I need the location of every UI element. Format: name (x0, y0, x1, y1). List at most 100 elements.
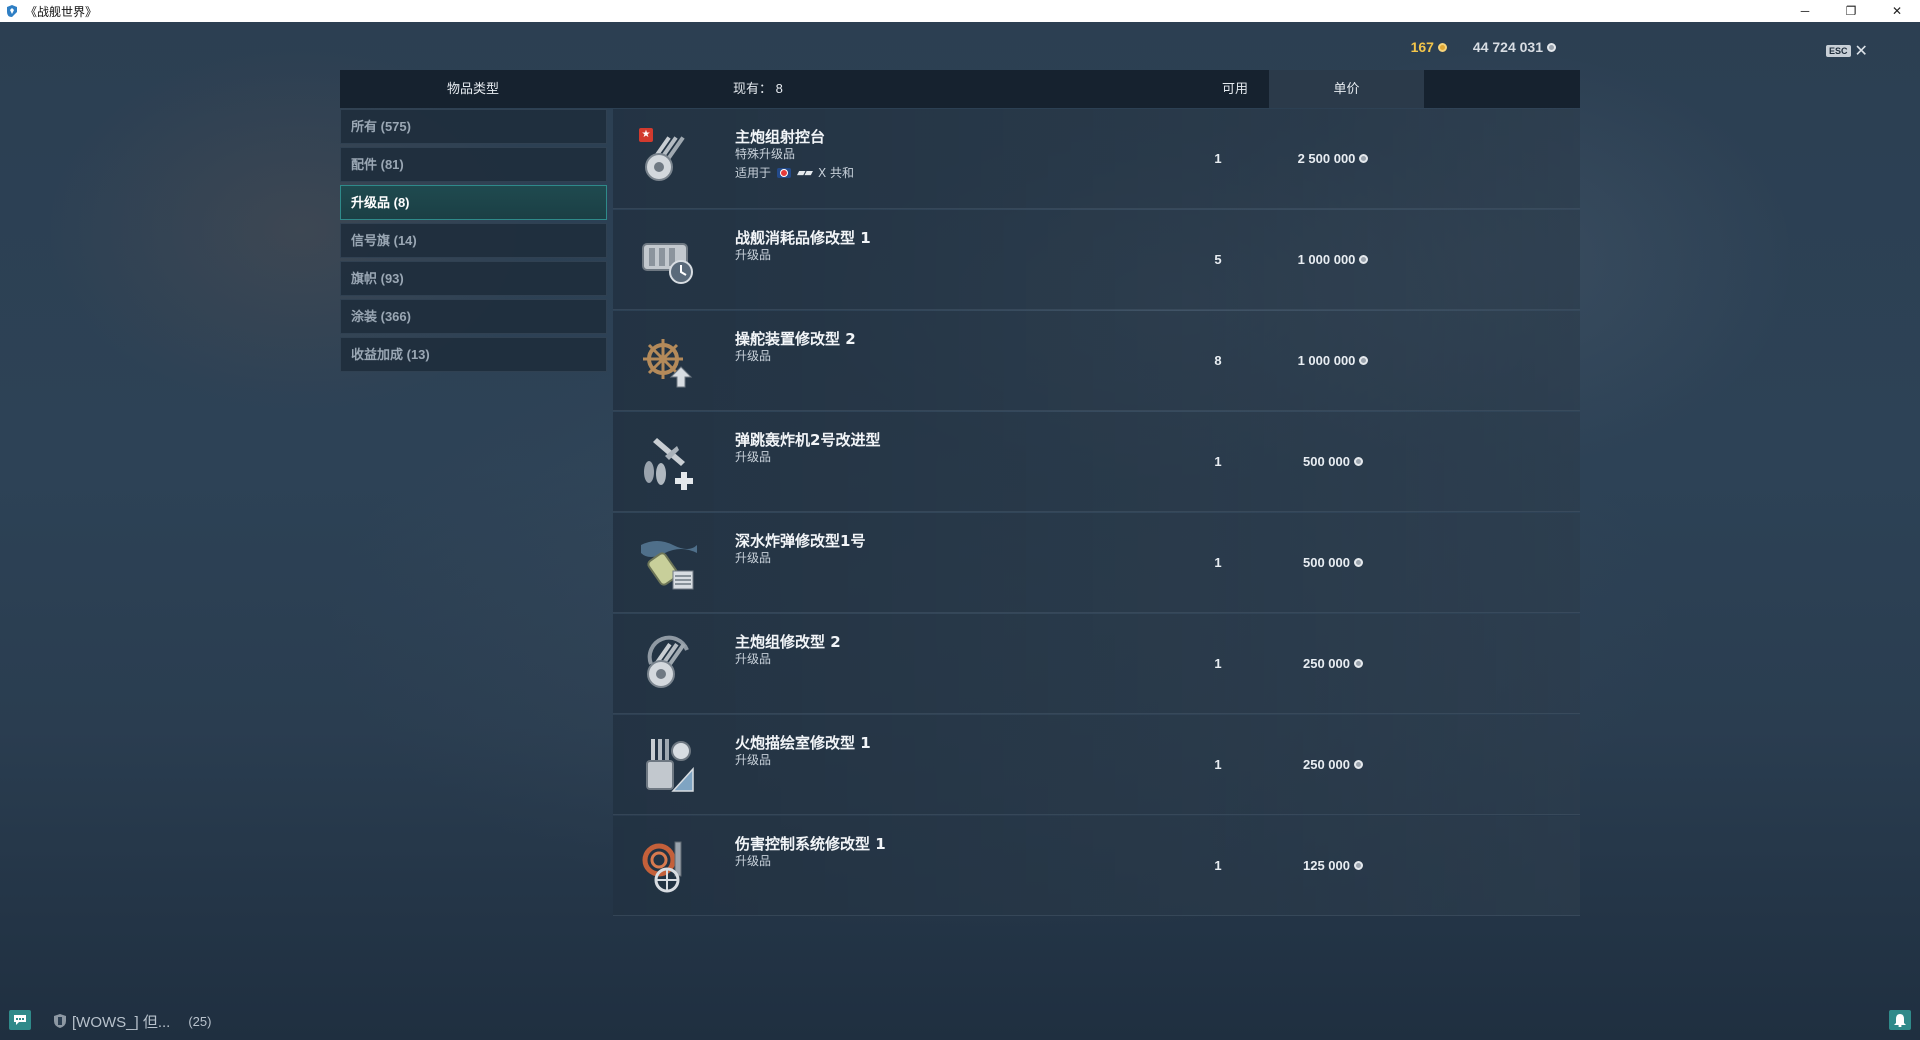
price-value: 1 000 000 (1297, 252, 1356, 267)
category-upgrades[interactable]: 升级品 (8) (340, 185, 607, 220)
item-name: 深水炸弹修改型1号 (735, 532, 866, 550)
price-value: 125 000 (1303, 858, 1350, 873)
credit-icon (1547, 42, 1556, 52)
category-boosters[interactable]: 收益加成 (13) (340, 337, 607, 372)
item-available: 1 (1214, 858, 1222, 873)
item-type: 升级品 (735, 652, 772, 666)
item-applies-to: 适用于 ▰▰ X 共和 (735, 164, 854, 181)
credit-icon (1354, 861, 1363, 870)
nation-flag-icon (777, 167, 792, 178)
item-price: 125 000 (1253, 816, 1413, 915)
credit-icon (1359, 356, 1369, 365)
item-name: 战舰消耗品修改型 1 (735, 229, 871, 247)
item-list: ★ 主炮组射控台 特殊升级品 适用于 ▰▰ X 共和 1 2 500 000 战… (613, 109, 1580, 917)
clan-member-count: (25) (188, 1013, 212, 1029)
applies-tier: X 共和 (817, 166, 854, 180)
item-name: 伤害控制系统修改型 1 (735, 835, 886, 853)
list-item[interactable]: 深水炸弹修改型1号 升级品 1 500 000 (613, 513, 1580, 613)
item-type: 升级品 (735, 450, 772, 464)
item-name: 火炮描绘室修改型 1 (735, 734, 871, 752)
clan-name: [WOWS_] 但... (72, 1013, 171, 1031)
clan-chat-tab[interactable]: [WOWS_] 但... (25) (54, 1010, 211, 1032)
clan-shield-icon (54, 1014, 66, 1028)
list-item[interactable]: 火炮描绘室修改型 1 升级品 1 250 000 (613, 715, 1580, 815)
credit-icon (1354, 760, 1363, 769)
item-type: 升级品 (735, 349, 772, 363)
list-item[interactable]: 主炮组修改型 2 升级品 1 250 000 (613, 614, 1580, 714)
list-item[interactable]: 弹跳轰炸机2号改进型 升级品 1 500 000 (613, 412, 1580, 512)
item-price: 500 000 (1253, 412, 1413, 511)
item-name: 主炮组射控台 (735, 128, 826, 146)
category-list: 所有 (575) 配件 (81) 升级品 (8) 信号旗 (14) 旗帜 (93… (340, 109, 607, 375)
table-header: 物品类型 现有： 8 可用 单价 (340, 70, 1580, 108)
steering-gear-icon (643, 339, 693, 388)
notifications-button[interactable] (1889, 1010, 1911, 1030)
item-type: 特殊升级品 (735, 147, 796, 161)
item-available: 5 (1214, 252, 1222, 267)
credits: 44 724 031 (1473, 39, 1556, 55)
minimize-button[interactable]: ─ (1782, 0, 1828, 22)
esc-close-button[interactable]: ESC ✕ (1826, 41, 1868, 60)
price-value: 250 000 (1303, 656, 1350, 671)
header-item-type: 物品类型 (446, 81, 499, 96)
window-title: 《战舰世界》 (25, 4, 98, 19)
currency-bar: 167 44 724 031 (1411, 39, 1556, 55)
credit-icon (1359, 154, 1369, 163)
chat-icon (14, 1015, 26, 1025)
applies-label: 适用于 (735, 166, 772, 180)
item-price: 1 000 000 (1253, 210, 1413, 309)
credit-icon (1354, 558, 1363, 567)
list-item[interactable]: 战舰消耗品修改型 1 升级品 5 1 000 000 (613, 210, 1580, 310)
category-all[interactable]: 所有 (575) (340, 109, 607, 144)
doubloons: 167 (1411, 39, 1447, 55)
header-price[interactable]: 单价 (1269, 70, 1424, 108)
close-window-button[interactable]: ✕ (1874, 0, 1920, 22)
ship-class-icon: ▰▰ (797, 166, 813, 179)
main-battery-mod-icon (647, 635, 689, 688)
app-icon (5, 4, 19, 18)
item-price: 1 000 000 (1253, 311, 1413, 410)
bell-icon (1894, 1014, 1906, 1027)
item-type: 升级品 (735, 753, 772, 767)
special-star-icon: ★ (639, 128, 653, 142)
item-price: 2 500 000 (1253, 109, 1413, 208)
item-price: 500 000 (1253, 513, 1413, 612)
credit-icon (1354, 659, 1363, 668)
restore-button[interactable]: ❐ (1828, 0, 1874, 22)
item-type: 升级品 (735, 854, 772, 868)
header-available[interactable]: 可用 (1200, 70, 1270, 108)
item-name: 弹跳轰炸机2号改进型 (735, 431, 881, 449)
category-flags[interactable]: 旗帜 (93) (340, 261, 607, 296)
credit-icon (1354, 457, 1363, 466)
skip-bomber-icon (644, 438, 693, 490)
item-price: 250 000 (1253, 715, 1413, 814)
item-name: 主炮组修改型 2 (735, 633, 841, 651)
doubloon-icon (1437, 42, 1447, 52)
item-price: 250 000 (1253, 614, 1413, 713)
item-type: 升级品 (735, 248, 772, 262)
list-item[interactable]: ★ 主炮组射控台 特殊升级品 适用于 ▰▰ X 共和 1 2 500 000 (613, 109, 1580, 209)
category-camouflages[interactable]: 涂装 (366) (340, 299, 607, 334)
item-available: 1 (1214, 555, 1222, 570)
chat-button[interactable] (9, 1010, 31, 1030)
list-item[interactable]: 操舵装置修改型 2 升级品 8 1 000 000 (613, 311, 1580, 411)
item-available: 1 (1214, 656, 1222, 671)
gun-fire-control-icon (646, 739, 694, 792)
category-modules[interactable]: 配件 (81) (340, 147, 607, 182)
doubloons-amount: 167 (1410, 39, 1434, 55)
item-name: 操舵装置修改型 2 (735, 330, 856, 348)
item-type: 升级品 (735, 551, 772, 565)
category-signals[interactable]: 信号旗 (14) (340, 223, 607, 258)
consumables-mod-icon (642, 243, 693, 284)
item-available: 1 (1214, 151, 1222, 166)
item-available: 1 (1214, 757, 1222, 772)
close-icon: ✕ (1854, 41, 1868, 60)
list-item[interactable]: 伤害控制系统修改型 1 升级品 1 125 000 (613, 816, 1580, 916)
credit-icon (1359, 255, 1369, 264)
header-owned: 现有： 8 (733, 81, 783, 96)
price-value: 1 000 000 (1297, 353, 1356, 368)
title-bar: 《战舰世界》 ─ ❐ ✕ (0, 0, 1920, 22)
depth-charge-icon (641, 541, 697, 590)
damage-control-icon (642, 841, 682, 893)
item-available: 8 (1214, 353, 1222, 368)
